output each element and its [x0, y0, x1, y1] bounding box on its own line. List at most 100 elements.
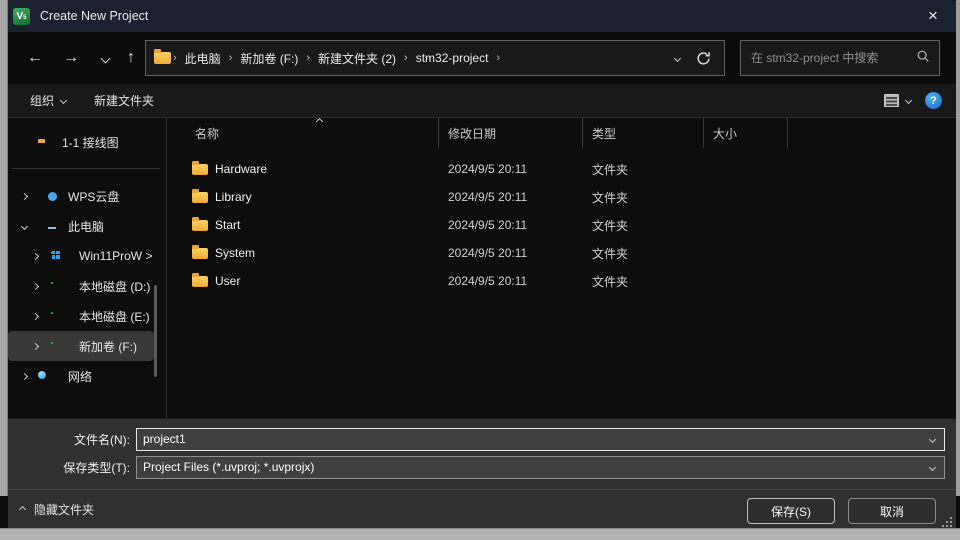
organize-button[interactable]: 组织: [16, 84, 80, 117]
file-row-system[interactable]: System 2024/9/5 20:11 文件夹: [167, 239, 956, 267]
chevron-right-icon[interactable]: [20, 372, 29, 380]
help-button[interactable]: ?: [925, 92, 942, 109]
save-dialog: V5 Create New Project × ← → ↑ › 此电脑 › 新加…: [0, 0, 960, 540]
file-date: 2024/9/5 20:11: [448, 218, 528, 232]
sidebar-item-network[interactable]: 网络: [8, 361, 166, 391]
resize-grip[interactable]: [942, 517, 952, 527]
sidebar-item-wps-cloud[interactable]: WPS云盘: [8, 181, 166, 211]
chevron-down-icon: [100, 53, 110, 63]
refresh-icon: [696, 51, 710, 65]
organize-label: 组织: [30, 94, 55, 108]
file-date: 2024/9/5 20:11: [448, 274, 528, 288]
breadcrumb-separator: ›: [228, 52, 233, 64]
breadcrumb-item-this-pc[interactable]: 此电脑: [179, 50, 227, 67]
sidebar-item-label: 新加卷 (F:): [79, 339, 137, 354]
new-folder-label: 新建文件夹: [94, 94, 155, 108]
sidebar: 1-1 接线图 WPS云盘 此电脑 Win11ProW > 本地磁盘 (D:) …: [8, 118, 166, 418]
filetype-value: Project Files (*.uvproj; *.uvprojx): [143, 460, 315, 474]
folder-icon: [192, 272, 208, 287]
breadcrumb-item-volume-f[interactable]: 新加卷 (F:): [234, 50, 304, 67]
recent-locations-button[interactable]: [92, 45, 118, 71]
folder-icon: [192, 188, 208, 203]
file-type: 文件夹: [592, 190, 629, 205]
file-row-library[interactable]: Library 2024/9/5 20:11 文件夹: [167, 183, 956, 211]
filetype-select[interactable]: Project Files (*.uvproj; *.uvprojx): [136, 455, 945, 479]
column-header-filler: [788, 118, 956, 148]
command-toolbar: 组织 新建文件夹 ?: [8, 84, 956, 118]
app-badge-letter: V: [16, 10, 24, 22]
breadcrumb-item-new-folder[interactable]: 新建文件夹 (2): [312, 50, 402, 67]
chevron-right-icon[interactable]: [31, 312, 40, 320]
save-button[interactable]: 保存(S): [747, 498, 835, 524]
hide-folders-label: 隐藏文件夹: [34, 503, 95, 517]
sidebar-item-local-disk-e[interactable]: 本地磁盘 (E:): [8, 301, 166, 331]
sidebar-item-local-disk-d[interactable]: 本地磁盘 (D:): [8, 271, 166, 301]
folder-icon: [192, 216, 208, 231]
sidebar-item-this-pc[interactable]: 此电脑: [8, 211, 166, 241]
sidebar-item-system-drive[interactable]: Win11ProW >: [8, 241, 166, 271]
column-header-date-modified[interactable]: 修改日期: [439, 118, 583, 148]
breadcrumb-separator: ›: [173, 52, 177, 64]
file-row-user[interactable]: User 2024/9/5 20:11 文件夹: [167, 267, 956, 295]
sidebar-item-pinned-folder[interactable]: 1-1 接线图: [8, 126, 166, 158]
title-bar: V5 Create New Project ×: [0, 0, 960, 32]
search-icon: [916, 49, 930, 68]
chevron-down-icon: [928, 435, 936, 443]
chevron-right-icon[interactable]: [20, 192, 29, 200]
file-row-start[interactable]: Start 2024/9/5 20:11 文件夹: [167, 211, 956, 239]
sidebar-item-label: 本地磁盘 (E:): [79, 309, 150, 324]
chevron-right-icon[interactable]: [31, 282, 40, 290]
sidebar-scrollbar[interactable]: [154, 285, 157, 377]
change-view-button[interactable]: [880, 94, 915, 107]
file-date: 2024/9/5 20:11: [448, 162, 528, 176]
filename-dropdown-button[interactable]: [920, 435, 944, 443]
filename-input[interactable]: [137, 432, 920, 446]
chevron-down-icon[interactable]: [20, 222, 29, 230]
search-input[interactable]: [741, 51, 916, 65]
sidebar-item-volume-f[interactable]: 新加卷 (F:): [8, 331, 154, 361]
breadcrumb-separator: ›: [404, 52, 408, 64]
column-header-size[interactable]: 大小: [704, 118, 788, 148]
breadcrumb-separator: ›: [496, 52, 501, 64]
file-type: 文件夹: [592, 162, 629, 177]
file-name: Start: [215, 218, 241, 232]
parent-window-edge-right: [956, 0, 960, 496]
back-button[interactable]: ←: [22, 45, 48, 71]
sidebar-item-label: Win11ProW >: [79, 249, 153, 263]
keil-uvision-icon: V5: [13, 7, 30, 25]
file-type: 文件夹: [592, 274, 629, 289]
footer-bar: 隐藏文件夹 保存(S) 取消: [8, 490, 956, 529]
refresh-button[interactable]: [690, 51, 716, 66]
close-button[interactable]: ×: [914, 0, 952, 32]
hide-folders-button[interactable]: 隐藏文件夹: [18, 501, 95, 518]
up-button[interactable]: ↑: [118, 45, 144, 71]
file-row-hardware[interactable]: Hardware 2024/9/5 20:11 文件夹: [167, 155, 956, 183]
column-header-type[interactable]: 类型: [583, 118, 704, 148]
breadcrumb-item-stm32-project[interactable]: stm32-project: [410, 51, 495, 65]
cancel-button[interactable]: 取消: [848, 498, 936, 524]
window-title: Create New Project: [40, 9, 149, 23]
forward-button[interactable]: →: [58, 45, 84, 71]
app-badge-number: 5: [23, 15, 27, 21]
address-dropdown-button[interactable]: [664, 54, 690, 62]
search-box: [740, 40, 940, 76]
chevron-up-icon: [18, 505, 27, 514]
new-folder-button[interactable]: 新建文件夹: [80, 84, 168, 117]
file-type: 文件夹: [592, 218, 629, 233]
dialog-body: ← → ↑ › 此电脑 › 新加卷 (F:) › 新建文件夹 (2) › stm…: [8, 32, 956, 528]
sidebar-item-label: 此电脑: [68, 219, 105, 234]
sidebar-item-label: WPS云盘: [68, 189, 120, 204]
chevron-down-icon: [904, 96, 913, 105]
file-name: Library: [215, 190, 252, 204]
filename-field: [136, 427, 945, 451]
column-header-name[interactable]: 名称: [167, 118, 439, 148]
sidebar-divider: [12, 168, 160, 169]
chevron-down-icon: [928, 463, 936, 471]
form-panel: 文件名(N): 保存类型(T): Project Files (*.uvproj…: [8, 418, 956, 528]
chevron-right-icon[interactable]: [31, 252, 40, 260]
chevron-right-icon[interactable]: [31, 342, 40, 350]
chevron-down-icon: [59, 96, 68, 105]
filetype-dropdown-button[interactable]: [920, 463, 944, 471]
file-name: User: [215, 274, 241, 288]
file-name: Hardware: [215, 162, 268, 176]
